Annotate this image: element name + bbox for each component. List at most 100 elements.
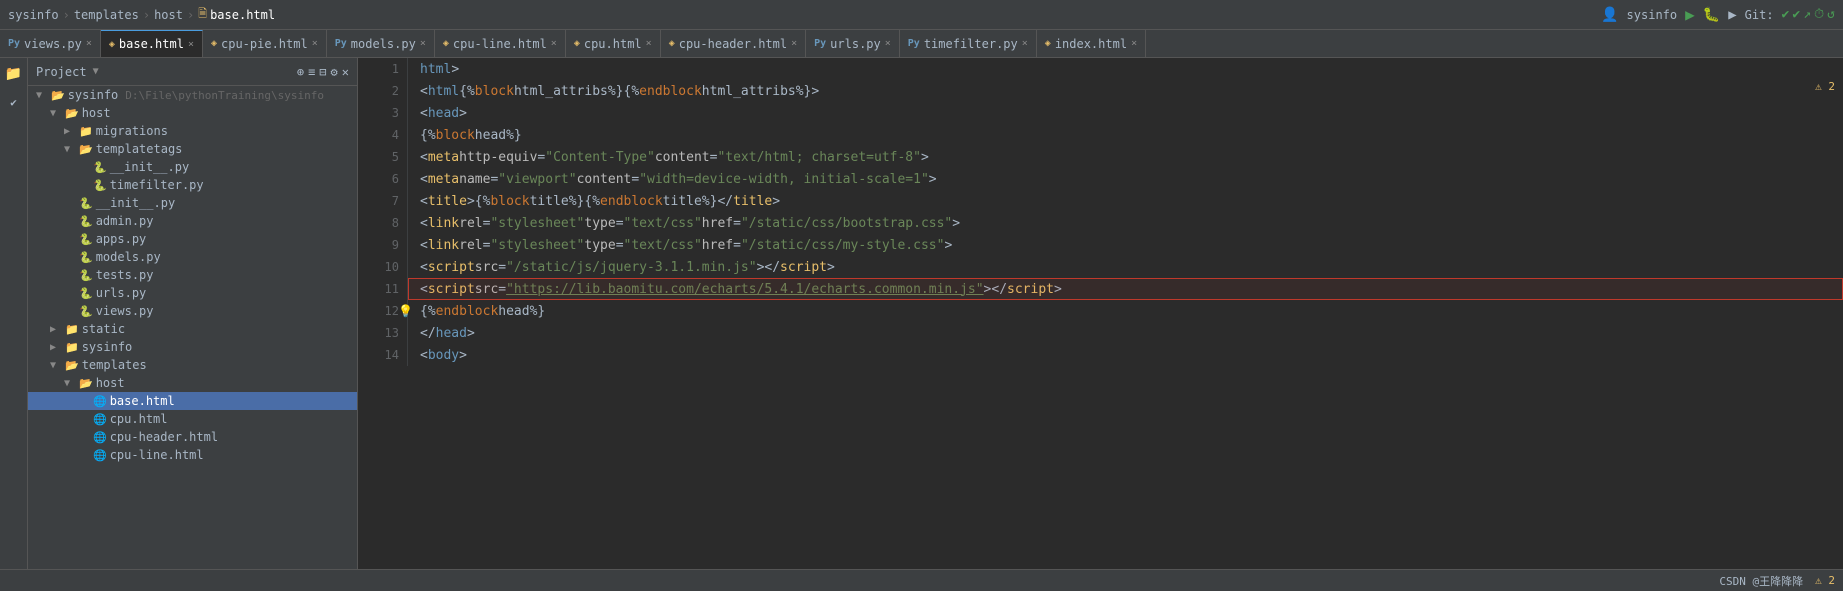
tab-close-icon[interactable]: × — [188, 39, 194, 50]
tree-file-icon: 📂 — [79, 143, 93, 156]
project-label: Project — [36, 65, 87, 79]
coverage-icon[interactable]: ▶ — [1728, 7, 1736, 23]
tree-item-modelspy[interactable]: 🐍models.py — [28, 248, 357, 266]
tree-item-templatetags[interactable]: ▼📂templatetags — [28, 140, 357, 158]
tree-item-label: apps.py — [96, 232, 147, 246]
tab-icon-cpu-pie.html: ◈ — [211, 38, 217, 49]
tree-file-icon: 🌐 — [93, 449, 107, 462]
tree-item-label: __init__.py — [110, 160, 189, 174]
tab-basehtml[interactable]: ◈base.html× — [101, 30, 203, 58]
sidebar-header: Project ▼ ⊕ ≡ ⊟ ⚙ ✕ — [28, 58, 357, 86]
tree-item-label: views.py — [96, 304, 154, 318]
tab-close-icon[interactable]: × — [312, 38, 318, 49]
main-content: 📁 ✔ Project ▼ ⊕ ≡ ⊟ ⚙ ✕ ▼📂sysinfoD:\File… — [0, 58, 1843, 569]
tree-item-cpu-linehtml[interactable]: 🌐cpu-line.html — [28, 446, 357, 464]
tab-close-icon[interactable]: × — [646, 38, 652, 49]
line-num-3: 3 — [358, 102, 399, 124]
tab-label: cpu.html — [584, 37, 642, 51]
tab-close-icon[interactable]: × — [885, 38, 891, 49]
tab-viewspy[interactable]: Pyviews.py× — [0, 30, 101, 58]
tab-cpu-linehtml[interactable]: ◈cpu-line.html× — [435, 30, 566, 58]
tab-close-icon[interactable]: × — [1131, 38, 1137, 49]
sidebar-dropdown-icon[interactable]: ▼ — [93, 66, 99, 77]
top-bar: sysinfo › templates › host › 🗎 base.html… — [0, 0, 1843, 30]
lightbulb-icon[interactable]: 💡 — [398, 304, 413, 318]
breadcrumb-host[interactable]: host — [154, 8, 183, 22]
tab-icon-index.html: ◈ — [1045, 38, 1051, 49]
tab-label: cpu-header.html — [679, 37, 787, 51]
tree-item-basehtml[interactable]: 🌐base.html — [28, 392, 357, 410]
line-num-2: 2 — [358, 80, 399, 102]
line-num-13: 13 — [358, 322, 399, 344]
tree-item-cpu-headerhtml[interactable]: 🌐cpu-header.html — [28, 428, 357, 446]
user-icon[interactable]: 👤 — [1601, 7, 1618, 23]
tree-item-static[interactable]: ▶📁static — [28, 320, 357, 338]
code-line-3: <head> — [420, 102, 1843, 124]
tab-cpuhtml[interactable]: ◈cpu.html× — [566, 30, 661, 58]
tab-modelspy[interactable]: Pymodels.py× — [327, 30, 435, 58]
settings-icon[interactable]: ⚙ — [331, 65, 338, 79]
tab-cpu-piehtml[interactable]: ◈cpu-pie.html× — [203, 30, 327, 58]
tree-item-label: urls.py — [96, 286, 147, 300]
tree-item-host[interactable]: ▼📂host — [28, 374, 357, 392]
tree-item-__init__py[interactable]: 🐍__init__.py — [28, 158, 357, 176]
run-button[interactable]: ▶ — [1685, 5, 1695, 24]
tree-item-__init__py[interactable]: 🐍__init__.py — [28, 194, 357, 212]
tree-file-icon: 🐍 — [79, 251, 93, 264]
tree-item-label: templates — [82, 358, 147, 372]
tree-item-label: sysinfo — [68, 88, 119, 102]
debug-icon[interactable]: 🐛 — [1703, 7, 1720, 23]
tree-item-appspy[interactable]: 🐍apps.py — [28, 230, 357, 248]
tab-indexhtml[interactable]: ◈index.html× — [1037, 30, 1146, 58]
tree-item-cpuhtml[interactable]: 🌐cpu.html — [28, 410, 357, 428]
tree-file-icon: 🌐 — [93, 431, 107, 444]
commit-icon[interactable]: ✔ — [2, 90, 26, 114]
tree-item-migrations[interactable]: ▶📁migrations — [28, 122, 357, 140]
collapse-icon[interactable]: ⊟ — [319, 65, 326, 79]
tab-close-icon[interactable]: × — [1022, 38, 1028, 49]
tree-item-testspy[interactable]: 🐍tests.py — [28, 266, 357, 284]
tree-item-label: migrations — [96, 124, 168, 138]
editor[interactable]: 1234567891011121314 html><html {% block … — [358, 58, 1843, 569]
tree-item-adminpy[interactable]: 🐍admin.py — [28, 212, 357, 230]
tab-icon-timefilter.py: Py — [908, 38, 920, 49]
tree-arrow-icon: ▼ — [64, 144, 76, 155]
tab-close-icon[interactable]: × — [86, 38, 92, 49]
code-line-11: <script src="https://lib.baomitu.com/ech… — [420, 278, 1843, 300]
editor-warning-icon: ⚠ 2 — [1815, 80, 1835, 93]
tree-item-label: templatetags — [96, 142, 183, 156]
tree-item-urlspy[interactable]: 🐍urls.py — [28, 284, 357, 302]
tab-label: views.py — [24, 37, 82, 51]
tree-item-label: tests.py — [96, 268, 154, 282]
tree-item-sysinfo[interactable]: ▶📁sysinfo — [28, 338, 357, 356]
tree-file-icon: 🐍 — [79, 305, 93, 318]
add-icon[interactable]: ⊕ — [297, 65, 304, 79]
code-line-5: <meta http-equiv="Content-Type" content=… — [420, 146, 1843, 168]
tree-arrow-icon: ▼ — [36, 90, 48, 101]
tree-item-sysinfo[interactable]: ▼📂sysinfoD:\File\pythonTraining\sysinfo — [28, 86, 357, 104]
tree-item-templates[interactable]: ▼📂templates — [28, 356, 357, 374]
line-numbers: 1234567891011121314 — [358, 58, 408, 366]
tab-cpu-headerhtml[interactable]: ◈cpu-header.html× — [661, 30, 806, 58]
tab-close-icon[interactable]: × — [551, 38, 557, 49]
code-line-2: <html {% block html_attribs %}{% endbloc… — [420, 80, 1843, 102]
tree-item-label: models.py — [96, 250, 161, 264]
breadcrumb-sysinfo[interactable]: sysinfo — [8, 8, 59, 22]
tree-item-viewspy[interactable]: 🐍views.py — [28, 302, 357, 320]
expand-icon[interactable]: ≡ — [308, 65, 315, 79]
project-icon[interactable]: 📁 — [2, 62, 26, 86]
tab-close-icon[interactable]: × — [791, 38, 797, 49]
status-bar: CSDN @王降降降 ⚠ 2 — [0, 569, 1843, 591]
tree-arrow-icon: ▼ — [50, 360, 62, 371]
file-icon: 🗎 — [198, 5, 207, 24]
tab-urlspy[interactable]: Pyurls.py× — [806, 30, 900, 58]
code-lines: html><html {% block html_attribs %}{% en… — [408, 58, 1843, 366]
breadcrumb-templates[interactable]: templates — [74, 8, 139, 22]
tab-timefilterpy[interactable]: Pytimefilter.py× — [900, 30, 1037, 58]
watermark: CSDN @王降降降 — [1719, 573, 1803, 589]
tree-item-timefilterpy[interactable]: 🐍timefilter.py — [28, 176, 357, 194]
tab-close-icon[interactable]: × — [420, 38, 426, 49]
tree-item-host[interactable]: ▼📂host — [28, 104, 357, 122]
tree-file-icon: 📂 — [79, 377, 93, 390]
close-sidebar-icon[interactable]: ✕ — [342, 65, 349, 79]
